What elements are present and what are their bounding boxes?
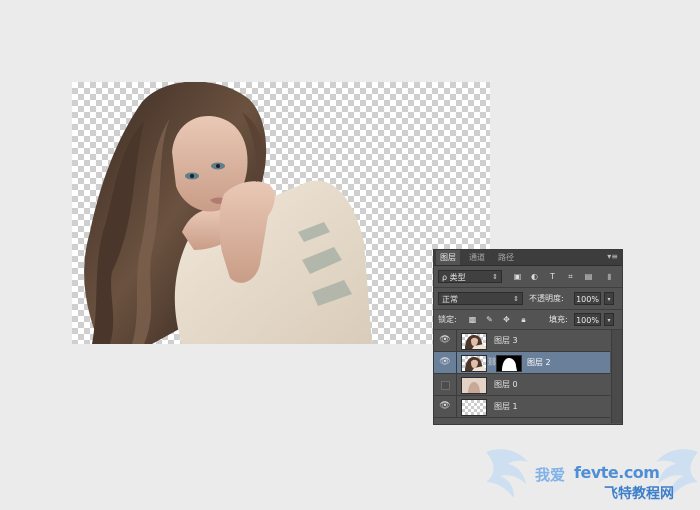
empty-visibility-box xyxy=(440,381,450,390)
opacity-slider-toggle[interactable]: ▾ xyxy=(604,292,614,305)
blend-mode-label: 正常 xyxy=(442,295,458,304)
layer-row[interactable]: 图层 0 xyxy=(434,374,610,396)
layer-name: 图层 2 xyxy=(527,358,551,367)
layer-name: 图层 1 xyxy=(494,402,518,411)
visibility-eye-icon[interactable]: 👁︎ xyxy=(434,352,457,373)
shape-filter-icon[interactable]: ⌗ xyxy=(565,271,576,282)
tab-paths[interactable]: 路径 xyxy=(494,250,518,265)
chevron-down-icon: ⇕ xyxy=(513,295,519,303)
fill-field[interactable]: 100% xyxy=(574,313,601,326)
visibility-eye-icon[interactable]: 👁︎ xyxy=(434,396,457,417)
blend-row: 正常 ⇕ 不透明度: 100% ▾ xyxy=(434,289,622,309)
filter-row: ρ 类型 ⇕ ▣ ◐ T ⌗ ▤ ▮ xyxy=(434,267,622,287)
smart-object-filter-icon[interactable]: ▤ xyxy=(583,271,594,282)
type-filter-icon[interactable]: T xyxy=(547,271,558,282)
layers-panel: 图层 通道 路径 ▾≡ ρ 类型 ⇕ ▣ ◐ T ⌗ ▤ ▮ 正常 ⇕ 不透明度… xyxy=(433,249,623,425)
filter-toggle-icon[interactable]: ▮ xyxy=(604,271,615,282)
portrait-thumbnail-image xyxy=(465,357,486,371)
divider xyxy=(434,287,622,288)
portrait-photo xyxy=(84,82,372,344)
opacity-field[interactable]: 100% xyxy=(574,292,601,305)
visibility-toggle-off[interactable] xyxy=(434,374,457,395)
layers-scrollbar[interactable] xyxy=(611,330,622,423)
layer-thumbnail xyxy=(461,355,487,372)
panel-menu-icon[interactable]: ▾≡ xyxy=(607,251,618,263)
visibility-eye-icon[interactable]: 👁︎ xyxy=(434,330,457,351)
divider xyxy=(434,309,622,310)
layer-thumbnail xyxy=(461,399,487,416)
layer-thumbnail xyxy=(461,377,487,394)
filter-kind-dropdown[interactable]: ρ 类型 ⇕ xyxy=(438,270,502,283)
layer-thumbnail xyxy=(461,333,487,350)
watermark-text-cn: 我爱 xyxy=(535,466,566,484)
pixel-filter-icon[interactable]: ▣ xyxy=(512,271,523,282)
opacity-label: 不透明度: xyxy=(529,294,564,303)
layer-name: 图层 0 xyxy=(494,380,518,389)
layer-row[interactable]: 👁︎ 图层 3 xyxy=(434,330,610,352)
tab-channels[interactable]: 通道 xyxy=(465,250,489,265)
panel-tab-bar: 图层 通道 路径 ▾≡ xyxy=(434,250,622,266)
blend-mode-dropdown[interactable]: 正常 ⇕ xyxy=(438,292,523,305)
chevron-down-icon: ⇕ xyxy=(492,273,498,281)
watermark-brand: 飞特教程网 xyxy=(604,486,674,502)
portrait-thumbnail-image xyxy=(465,335,486,349)
adjustment-filter-icon[interactable]: ◐ xyxy=(529,271,540,282)
watermark-url: fevte.com xyxy=(574,463,660,482)
filter-kind-label: ρ 类型 xyxy=(442,273,466,282)
layer-row[interactable]: 👁︎ ⛓︎ 图层 2 xyxy=(434,352,610,374)
lock-label: 锁定: xyxy=(438,315,457,324)
fill-slider-toggle[interactable]: ▾ xyxy=(604,313,614,326)
lock-transparent-pixels-icon[interactable]: ▩ xyxy=(467,314,478,325)
fill-label: 填充: xyxy=(549,315,568,324)
layer-name: 图层 3 xyxy=(494,336,518,345)
photo-thumbnail-image xyxy=(462,378,486,393)
layer-row[interactable]: 👁︎ 图层 1 xyxy=(434,396,610,418)
lock-row: 锁定: ▩ ✎ ✥ 🔒︎ 填充: 100% ▾ xyxy=(434,311,622,329)
lock-all-icon[interactable]: 🔒︎ xyxy=(518,314,529,325)
layer-mask-thumbnail[interactable] xyxy=(496,355,522,372)
tab-layers[interactable]: 图层 xyxy=(436,250,460,265)
mask-silhouette-image xyxy=(497,356,521,371)
document-canvas[interactable] xyxy=(72,82,490,344)
lock-image-pixels-icon[interactable]: ✎ xyxy=(484,314,495,325)
lock-position-icon[interactable]: ✥ xyxy=(501,314,512,325)
